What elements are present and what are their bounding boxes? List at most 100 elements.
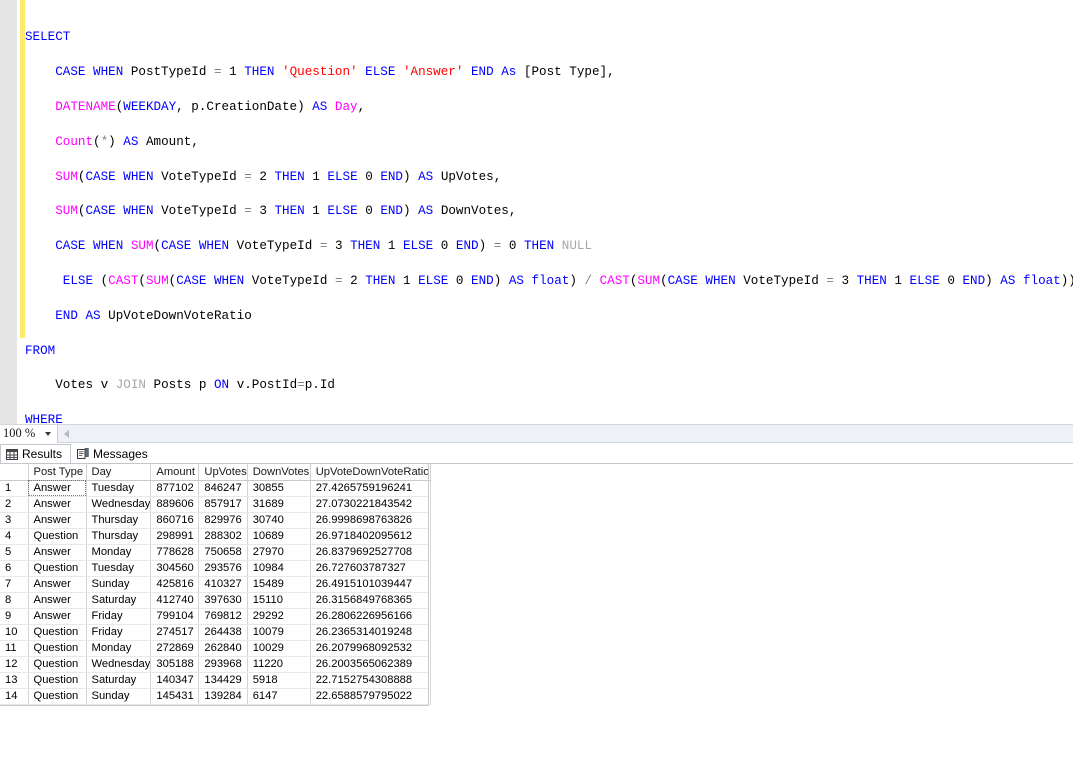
cell-upvotes[interactable]: 293968 bbox=[198, 656, 248, 673]
table-row[interactable]: 1 Answer Tuesday 877102 846247 30855 27.426575… bbox=[0, 480, 431, 497]
cell-downvotes[interactable]: 10689 bbox=[247, 528, 311, 545]
cell-ratio[interactable]: 26.2806226956166 bbox=[310, 608, 431, 625]
cell-downvotes[interactable]: 6147 bbox=[247, 688, 311, 705]
table-row[interactable]: 5 Answer Monday 778628 750658 27970 26.8379692… bbox=[0, 544, 431, 561]
cell-amount[interactable]: 778628 bbox=[150, 544, 200, 561]
cell-ratio[interactable]: 26.3156849768365 bbox=[310, 592, 431, 609]
tab-results[interactable]: Results bbox=[0, 444, 72, 463]
column-header-ratio[interactable]: UpVoteDownVoteRatio bbox=[310, 464, 431, 481]
cell-amount[interactable]: 304560 bbox=[150, 560, 200, 577]
cell-upvotes[interactable]: 857917 bbox=[198, 496, 248, 513]
cell-rownum[interactable]: 1 bbox=[0, 480, 29, 497]
cell-day[interactable]: Thursday bbox=[86, 528, 152, 545]
cell-upvotes[interactable]: 134429 bbox=[198, 672, 248, 689]
cell-rownum[interactable]: 6 bbox=[0, 560, 29, 577]
table-row[interactable]: 7 Answer Sunday 425816 410327 15489 26.4915101… bbox=[0, 576, 431, 593]
cell-downvotes[interactable]: 15110 bbox=[247, 592, 311, 609]
cell-downvotes[interactable]: 10984 bbox=[247, 560, 311, 577]
table-row[interactable]: 3 Answer Thursday 860716 829976 30740 26.99986… bbox=[0, 512, 431, 529]
cell-rownum[interactable]: 8 bbox=[0, 592, 29, 609]
cell-downvotes[interactable]: 31689 bbox=[247, 496, 311, 513]
cell-amount[interactable]: 140347 bbox=[150, 672, 200, 689]
zoom-level-dropdown[interactable]: 100 % bbox=[0, 424, 58, 443]
cell-ratio[interactable]: 26.2079968092532 bbox=[310, 640, 431, 657]
cell-upvotes[interactable]: 288302 bbox=[198, 528, 248, 545]
cell-downvotes[interactable]: 11220 bbox=[247, 656, 311, 673]
cell-ratio[interactable]: 27.0730221843542 bbox=[310, 496, 431, 513]
cell-post-type[interactable]: Answer bbox=[28, 496, 87, 513]
cell-rownum[interactable]: 14 bbox=[0, 688, 29, 705]
cell-ratio[interactable]: 26.727603787327 bbox=[310, 560, 431, 577]
cell-upvotes[interactable]: 397630 bbox=[198, 592, 248, 609]
cell-day[interactable]: Saturday bbox=[86, 672, 152, 689]
cell-rownum[interactable]: 3 bbox=[0, 512, 29, 529]
cell-post-type[interactable]: Answer bbox=[28, 544, 87, 561]
cell-ratio[interactable]: 26.8379692527708 bbox=[310, 544, 431, 561]
cell-post-type[interactable]: Question bbox=[28, 624, 87, 641]
cell-post-type[interactable]: Question bbox=[28, 560, 87, 577]
cell-amount[interactable]: 305188 bbox=[150, 656, 200, 673]
cell-day[interactable]: Wednesday bbox=[86, 656, 152, 673]
cell-upvotes[interactable]: 769812 bbox=[198, 608, 248, 625]
cell-upvotes[interactable]: 262840 bbox=[198, 640, 248, 657]
cell-rownum[interactable]: 13 bbox=[0, 672, 29, 689]
cell-amount[interactable]: 799104 bbox=[150, 608, 200, 625]
cell-amount[interactable]: 860716 bbox=[150, 512, 200, 529]
cell-amount[interactable]: 298991 bbox=[150, 528, 200, 545]
column-header-downvotes[interactable]: DownVotes bbox=[247, 464, 311, 481]
cell-post-type[interactable]: Question bbox=[28, 656, 87, 673]
cell-downvotes[interactable]: 29292 bbox=[247, 608, 311, 625]
cell-post-type[interactable]: Answer bbox=[28, 480, 87, 497]
cell-downvotes[interactable]: 15489 bbox=[247, 576, 311, 593]
cell-day[interactable]: Monday bbox=[86, 544, 152, 561]
sql-editor-pane[interactable]: SELECT CASE WHEN PostTypeId = 1 THEN 'Qu… bbox=[0, 0, 1073, 671]
column-header-upvotes[interactable]: UpVotes bbox=[198, 464, 248, 481]
cell-ratio[interactable]: 26.9998698763826 bbox=[310, 512, 431, 529]
cell-day[interactable]: Friday bbox=[86, 624, 152, 641]
cell-day[interactable]: Tuesday bbox=[86, 480, 152, 497]
cell-upvotes[interactable]: 846247 bbox=[198, 480, 248, 497]
cell-ratio[interactable]: 26.2003565062389 bbox=[310, 656, 431, 673]
cell-post-type[interactable]: Answer bbox=[28, 608, 87, 625]
cell-post-type[interactable]: Question bbox=[28, 640, 87, 657]
cell-rownum[interactable]: 2 bbox=[0, 496, 29, 513]
column-header-rownum[interactable] bbox=[0, 464, 29, 481]
cell-upvotes[interactable]: 139284 bbox=[198, 688, 248, 705]
cell-post-type[interactable]: Answer bbox=[28, 576, 87, 593]
cell-amount[interactable]: 272869 bbox=[150, 640, 200, 657]
column-header-amount[interactable]: Amount bbox=[150, 464, 200, 481]
chevron-down-icon[interactable] bbox=[45, 431, 51, 436]
cell-rownum[interactable]: 5 bbox=[0, 544, 29, 561]
cell-downvotes[interactable]: 10079 bbox=[247, 624, 311, 641]
table-row[interactable]: 13 Question Saturday 140347 134429 5918 22.715… bbox=[0, 672, 431, 689]
cell-ratio[interactable]: 22.6588579795022 bbox=[310, 688, 431, 705]
cell-rownum[interactable]: 10 bbox=[0, 624, 29, 641]
cell-ratio[interactable]: 26.9718402095612 bbox=[310, 528, 431, 545]
cell-ratio[interactable]: 22.7152754308888 bbox=[310, 672, 431, 689]
cell-day[interactable]: Saturday bbox=[86, 592, 152, 609]
cell-post-type[interactable]: Question bbox=[28, 528, 87, 545]
cell-day[interactable]: Monday bbox=[86, 640, 152, 657]
table-row[interactable]: 14 Question Sunday 145431 139284 6147 22.65885… bbox=[0, 688, 431, 705]
table-row[interactable]: 11 Question Monday 272869 262840 10029 26.2079… bbox=[0, 640, 431, 657]
cell-ratio[interactable]: 27.4265759196241 bbox=[310, 480, 431, 497]
table-row[interactable]: 12 Question Wednesday 305188 293968 11220 26.2… bbox=[0, 656, 431, 673]
table-row[interactable]: 2 Answer Wednesday 889606 857917 31689 27.0730… bbox=[0, 496, 431, 513]
cell-ratio[interactable]: 26.4915101039447 bbox=[310, 576, 431, 593]
cell-day[interactable]: Thursday bbox=[86, 512, 152, 529]
cell-rownum[interactable]: 4 bbox=[0, 528, 29, 545]
cell-post-type[interactable]: Question bbox=[28, 672, 87, 689]
cell-post-type[interactable]: Answer bbox=[28, 512, 87, 529]
cell-upvotes[interactable]: 293576 bbox=[198, 560, 248, 577]
cell-rownum[interactable]: 9 bbox=[0, 608, 29, 625]
cell-upvotes[interactable]: 410327 bbox=[198, 576, 248, 593]
cell-amount[interactable]: 877102 bbox=[150, 480, 200, 497]
cell-post-type[interactable]: Question bbox=[28, 688, 87, 705]
column-header-post-type[interactable]: Post Type bbox=[28, 464, 87, 481]
scroll-left-arrow-icon[interactable] bbox=[64, 429, 69, 438]
cell-amount[interactable]: 145431 bbox=[150, 688, 200, 705]
cell-upvotes[interactable]: 829976 bbox=[198, 512, 248, 529]
results-table-body[interactable]: 1 Answer Tuesday 877102 846247 30855 27.426575… bbox=[0, 480, 431, 705]
column-header-day[interactable]: Day bbox=[86, 464, 152, 481]
table-row[interactable]: 10 Question Friday 274517 264438 10079 26.2365… bbox=[0, 624, 431, 641]
